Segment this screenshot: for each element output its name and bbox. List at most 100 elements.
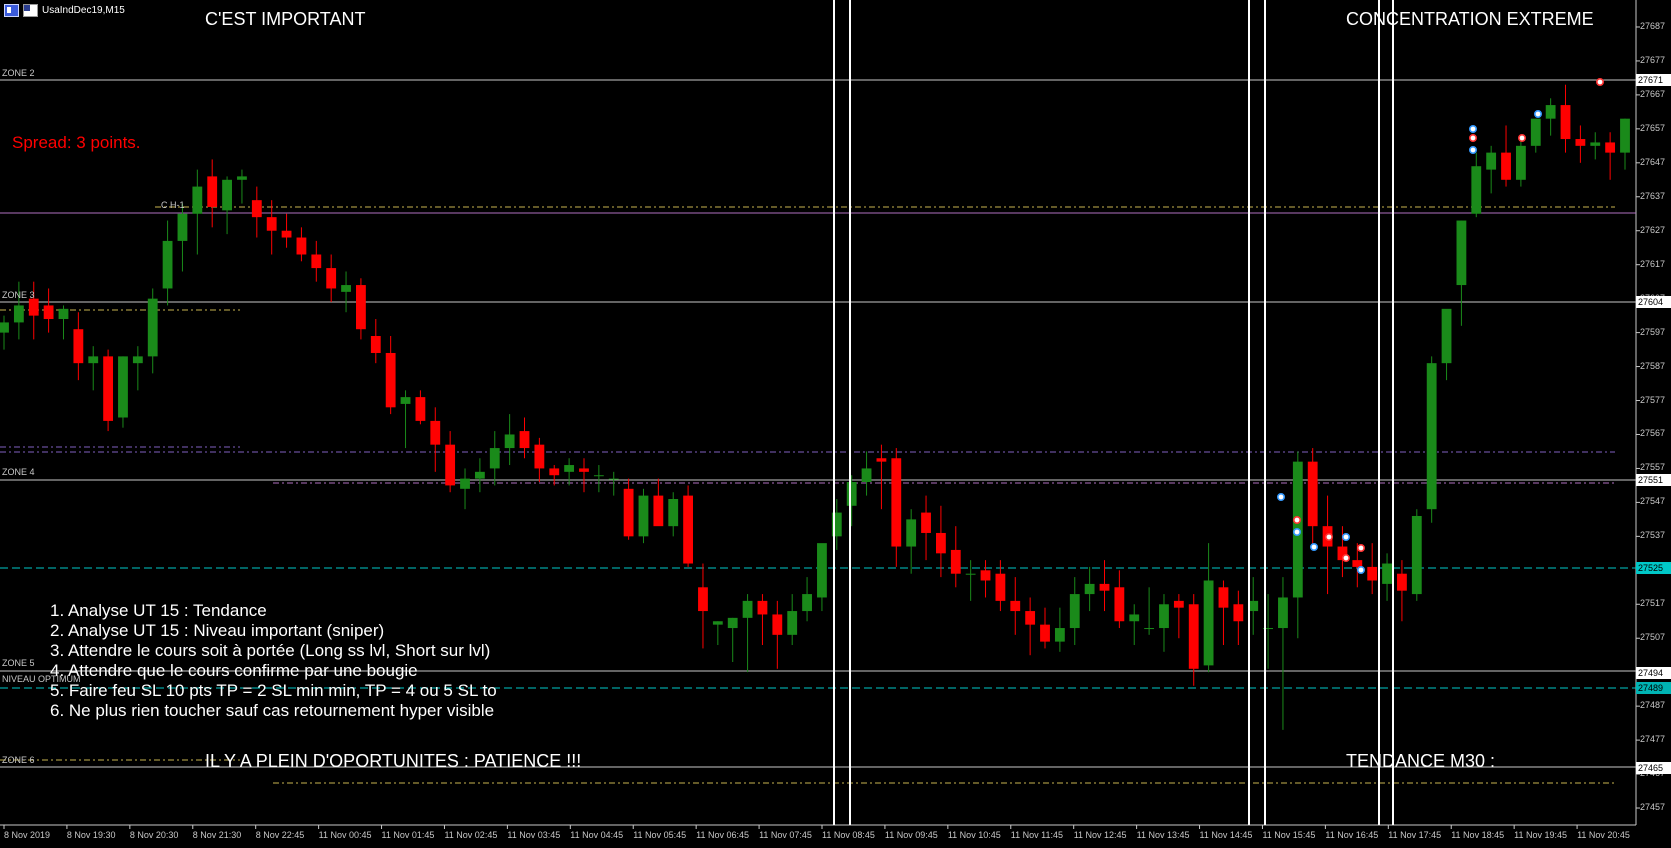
candle-body bbox=[1159, 604, 1169, 629]
time-tick-label: 11 Nov 02:45 bbox=[444, 830, 498, 840]
candle-body bbox=[28, 298, 39, 316]
candle-body bbox=[1515, 145, 1526, 180]
price-tag-zone6: 27465 bbox=[1636, 762, 1671, 774]
candle-body bbox=[1456, 220, 1467, 286]
candle-body bbox=[162, 240, 173, 289]
candle-body bbox=[1054, 628, 1065, 642]
price-tick-label: 27687 bbox=[1640, 20, 1666, 31]
time-tick-label: 8 Nov 21:30 bbox=[192, 830, 242, 840]
candle-body bbox=[88, 356, 99, 364]
candle-body bbox=[638, 495, 649, 537]
trading-steps: 1. Analyse UT 15 : Tendance 2. Analyse U… bbox=[50, 601, 545, 721]
candle-body bbox=[1545, 105, 1556, 119]
candle-body bbox=[1486, 152, 1497, 170]
signal-marker bbox=[1469, 125, 1478, 134]
candle-body bbox=[1590, 142, 1601, 146]
candle-body bbox=[415, 397, 426, 421]
signal-marker bbox=[1518, 134, 1527, 143]
price-tag-cyan: 27525 bbox=[1636, 562, 1671, 574]
price-tick-label: 27677 bbox=[1640, 54, 1666, 65]
candle-body bbox=[861, 468, 872, 483]
time-tick-label: 11 Nov 00:45 bbox=[318, 830, 372, 840]
candle-body bbox=[251, 200, 262, 218]
candle-body bbox=[237, 176, 247, 180]
time-tick-label: 8 Nov 2019 bbox=[4, 830, 51, 840]
candle-body bbox=[787, 611, 798, 635]
candle-body bbox=[1620, 118, 1630, 153]
time-tick-label: 11 Nov 07:45 bbox=[759, 830, 812, 840]
time-tick-label: 11 Nov 09:45 bbox=[884, 830, 938, 840]
candle-body bbox=[311, 254, 322, 269]
price-tick-label: 27507 bbox=[1640, 632, 1666, 643]
time-tick-label: 11 Nov 08:45 bbox=[822, 830, 875, 840]
candle-body bbox=[1605, 142, 1616, 153]
header-concentration: CONCENTRATION EXTREME bbox=[1346, 9, 1594, 29]
signal-marker bbox=[1357, 565, 1366, 574]
candle-body bbox=[742, 600, 753, 618]
price-tick-label: 27587 bbox=[1640, 360, 1666, 371]
candle-body bbox=[266, 217, 277, 231]
time-tick-label: 8 Nov 19:30 bbox=[66, 830, 116, 840]
candle-body bbox=[1560, 105, 1571, 140]
time-tick-label: 11 Nov 01:45 bbox=[381, 830, 435, 840]
candle-body bbox=[341, 285, 351, 292]
price-tick-label: 27637 bbox=[1640, 190, 1666, 201]
time-tick-label: 11 Nov 18:45 bbox=[1451, 830, 1505, 840]
candle-body bbox=[504, 434, 515, 449]
time-tick-label: 8 Nov 20:30 bbox=[129, 830, 179, 840]
candle-body bbox=[1575, 139, 1586, 146]
candle-body bbox=[965, 573, 976, 575]
zone-3-label: ZONE 3 bbox=[2, 290, 35, 300]
candle-body bbox=[489, 448, 500, 469]
price-tick-label: 27537 bbox=[1640, 530, 1666, 541]
price-tick-label: 27557 bbox=[1640, 462, 1666, 473]
candle-body bbox=[1382, 563, 1392, 584]
time-tick-label: 11 Nov 06:45 bbox=[696, 830, 750, 840]
candle-body bbox=[549, 468, 560, 476]
patience-note: IL Y A PLEIN D'OPORTUNITES : PATIENCE !!… bbox=[205, 751, 582, 771]
candle-body bbox=[1397, 573, 1407, 591]
candle-body bbox=[192, 186, 203, 214]
price-tag-zone5: 27494 bbox=[1636, 667, 1671, 679]
header-important: C'EST IMPORTANT bbox=[205, 9, 366, 29]
candle-body bbox=[712, 621, 723, 625]
candle-body bbox=[1188, 604, 1199, 669]
signal-marker bbox=[1293, 527, 1302, 536]
price-tag-teal: 27489 bbox=[1636, 682, 1671, 694]
candle-body bbox=[1173, 600, 1184, 608]
signal-marker bbox=[1342, 532, 1351, 541]
zone-2-label: ZONE 2 bbox=[2, 68, 35, 78]
signal-marker bbox=[1325, 532, 1334, 541]
time-tick-label: 11 Nov 04:45 bbox=[570, 830, 624, 840]
candle-body bbox=[727, 617, 738, 629]
candle-body bbox=[1114, 587, 1125, 622]
candle-body bbox=[802, 594, 812, 612]
candle-body bbox=[400, 397, 411, 404]
candle-body bbox=[147, 298, 158, 357]
step-4: 4. Attendre que le cours confirme par un… bbox=[50, 661, 418, 680]
price-tag-zone2: 27671 bbox=[1636, 74, 1671, 86]
price-tick-label: 27517 bbox=[1640, 598, 1666, 609]
time-tick-label: 11 Nov 20:45 bbox=[1577, 830, 1630, 840]
chart-window-title: UsaIndDec19,M15 bbox=[4, 3, 125, 17]
candle-body bbox=[103, 356, 114, 421]
candle-body bbox=[846, 482, 857, 506]
candle-body bbox=[1530, 118, 1541, 146]
candle-body bbox=[980, 570, 991, 581]
candle-body bbox=[593, 475, 604, 477]
price-tick-label: 27547 bbox=[1640, 496, 1666, 507]
candle-body bbox=[1218, 587, 1229, 608]
candle-body bbox=[132, 356, 143, 364]
niveau-optimum-label: NIVEAU OPTIMUM bbox=[2, 674, 81, 684]
candle-body bbox=[1069, 594, 1080, 629]
price-tick-label: 27577 bbox=[1640, 394, 1666, 405]
price-tick-label: 27667 bbox=[1640, 88, 1666, 99]
price-tick-label: 27477 bbox=[1640, 734, 1666, 745]
candle-body bbox=[1084, 583, 1095, 595]
candle-body bbox=[1367, 566, 1378, 581]
candle-body bbox=[1307, 461, 1318, 527]
trend-m30-label: TENDANCE M30 : bbox=[1346, 751, 1496, 771]
candle-body bbox=[474, 471, 485, 479]
candle-body bbox=[564, 465, 575, 472]
candle-body bbox=[906, 519, 917, 547]
